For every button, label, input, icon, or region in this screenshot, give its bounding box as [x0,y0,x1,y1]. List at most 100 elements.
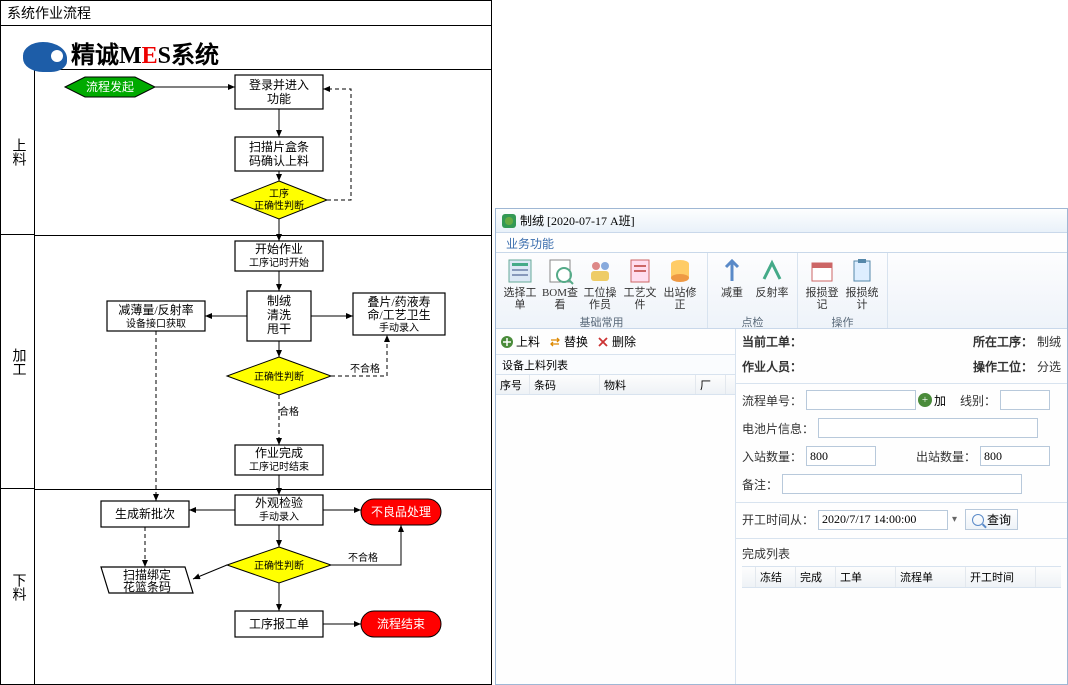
op-load[interactable]: 上料 [500,333,540,350]
svg-text:手动录入: 手动录入 [379,321,419,334]
flow-no-input[interactable] [806,390,916,410]
workarea: 上料 替换 删除 设备上料列表 序号 条码 物料 厂 当前工单： 所在工序： 制… [496,329,1067,684]
lane-3: 下料 [8,573,28,601]
svg-text:工序报工单: 工序报工单 [249,616,309,631]
out-qty-input[interactable] [980,446,1050,466]
btn-tech-doc[interactable]: 工艺文件 [620,255,660,314]
btn-select-order[interactable]: 选择工单 [500,255,540,314]
order-icon [506,257,534,285]
btn-loss-stat[interactable]: 报损统计 [842,255,882,314]
out-qty-label: 出站数量： [916,448,976,465]
svg-text:开始作业: 开始作业 [255,242,303,256]
op-replace[interactable]: 替换 [548,333,588,350]
toolbar: 选择工单 BOM查看 工位操作员 工艺文件 出站修正 基础常用 减重 反射率 点… [496,253,1067,329]
weight-icon [718,257,746,285]
in-qty-label: 入站数量： [742,448,802,465]
chip-input[interactable] [818,418,1038,438]
x-icon [596,335,610,349]
btn-out-correct[interactable]: 出站修正 [660,255,700,314]
svg-text:甩干: 甩干 [267,322,291,336]
flowchart-title: 系统作业流程 [1,1,491,26]
flowchart-body: 流程发起 登录并进入 功能 扫描片盒条 码确认上料 工序 正确性判断 开始作业 … [35,69,492,685]
svg-text:不良品处理: 不良品处理 [371,504,431,519]
cur-proc-value: 制绒 [1037,333,1061,350]
line-input[interactable] [1000,390,1050,410]
lane-1: 上料 [8,138,28,166]
station-value: 分选 [1037,358,1061,375]
svg-text:不合格: 不合格 [350,362,380,375]
btn-operator[interactable]: 工位操作员 [580,255,620,314]
btn-bom[interactable]: BOM查看 [540,255,580,314]
query-button[interactable]: 查询 [965,509,1018,530]
start-time-label: 开工时间从： [742,511,814,528]
ribbon-tab[interactable]: 业务功能 [496,233,1067,253]
app-icon [502,214,516,228]
svg-text:登录并进入: 登录并进入 [249,77,309,92]
in-qty-input[interactable] [806,446,876,466]
search-icon [972,514,984,526]
plus-icon [500,335,514,349]
svg-text:合格: 合格 [279,405,299,418]
logo: 精诚MES系统 [23,35,219,72]
left-pane: 上料 替换 删除 设备上料列表 序号 条码 物料 厂 [496,329,736,684]
plus-circle-icon: + [918,393,932,407]
group-label-ops: 操作 [802,314,883,328]
svg-text:工序记时结束: 工序记时结束 [249,460,309,473]
svg-text:生成新批次: 生成新批次 [115,506,175,521]
svg-text:花篮条码: 花篮条码 [123,579,171,594]
grid-header: 冻结 完成 工单 流程单 开工时间 [742,566,1061,588]
list-header: 序号 条码 物料 厂 [496,375,735,395]
operator-label: 作业人员： [742,358,802,375]
svg-text:流程发起: 流程发起 [86,79,134,94]
svg-text:正确性判断: 正确性判断 [254,559,304,572]
reflect-icon [758,257,786,285]
svg-text:正确性判断: 正确性判断 [254,199,304,212]
remark-input[interactable] [782,474,1022,494]
flowchart-panel: 系统作业流程 精诚MES系统 上料 加工 下料 流程发起 登录并进入 功能 扫描… [0,0,492,685]
svg-text:减薄量/反射率: 减薄量/反射率 [118,302,193,317]
line-label: 线别： [960,392,996,409]
bom-icon [546,257,574,285]
titlebar: 制绒 [2020-07-17 A班] [496,209,1067,233]
flow-no-label: 流程单号： [742,392,802,409]
list-title: 设备上料列表 [496,355,735,375]
svg-text:手动录入: 手动录入 [259,510,299,523]
remark-label: 备注： [742,476,778,493]
ops-bar: 上料 替换 删除 [496,329,735,355]
svg-text:码确认上料: 码确认上料 [249,154,309,168]
start-time-input[interactable] [818,510,948,530]
svg-text:流程结束: 流程结束 [377,616,425,631]
window-title: 制绒 [2020-07-17 A班] [520,212,635,229]
svg-text:清洗: 清洗 [267,308,291,322]
calendar-icon [808,257,836,285]
svg-text:叠片/药液寿: 叠片/药液寿 [367,294,430,309]
app-window: 制绒 [2020-07-17 A班] 业务功能 选择工单 BOM查看 工位操作员… [495,208,1068,685]
lane-2: 加工 [8,348,28,376]
svg-text:制绒: 制绒 [267,294,291,308]
swap-icon [548,335,562,349]
svg-text:设备接口获取: 设备接口获取 [126,317,186,330]
svg-text:作业完成: 作业完成 [255,445,303,460]
db-icon [666,257,694,285]
station-label: 操作工位： [973,358,1033,375]
cur-order-label: 当前工单： [742,333,802,350]
doc-icon [626,257,654,285]
op-delete[interactable]: 删除 [596,333,636,350]
btn-loss-reg[interactable]: 报损登记 [802,255,842,314]
right-pane: 当前工单： 所在工序： 制绒 作业人员： 操作工位： 分选 流程单号： +加 线… [736,329,1067,684]
btn-weight[interactable]: 减重 [712,255,752,314]
cur-proc-label: 所在工序： [973,333,1033,350]
svg-text:工序记时开始: 工序记时开始 [249,256,309,269]
svg-text:功能: 功能 [267,92,291,106]
group-label-basic: 基础常用 [500,314,703,328]
svg-text:命/工艺卫生: 命/工艺卫生 [367,307,430,322]
svg-text:扫描片盒条: 扫描片盒条 [249,139,309,154]
chip-label: 电池片信息： [742,420,814,437]
lane-column: 上料 加工 下料 [1,69,35,685]
clipboard-icon [848,257,876,285]
people-icon [586,257,614,285]
done-list-label: 完成列表 [742,545,1057,562]
add-button[interactable]: +加 [918,392,946,409]
btn-reflect[interactable]: 反射率 [752,255,792,314]
svg-text:工序: 工序 [269,187,289,200]
